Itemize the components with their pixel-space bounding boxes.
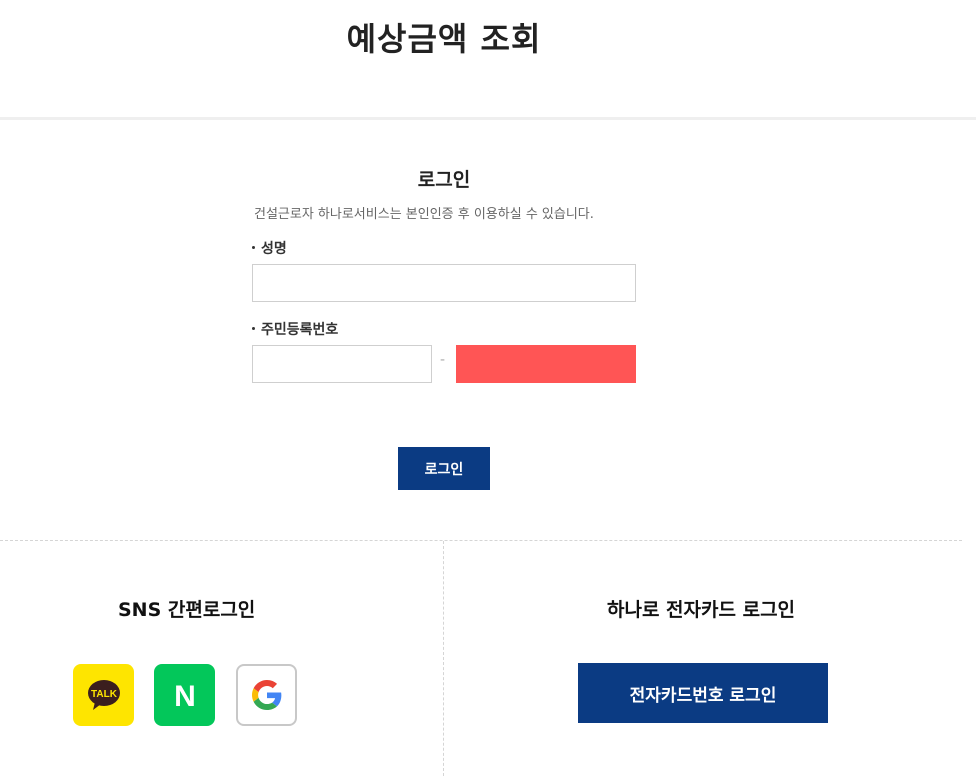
- rrn-front-input[interactable]: [252, 345, 432, 383]
- naver-icon: N: [174, 680, 196, 710]
- kakao-talk-icon: TALK: [87, 680, 120, 710]
- google-icon: [251, 680, 281, 710]
- kakao-login-button[interactable]: TALK: [73, 664, 134, 726]
- login-description: 건설근로자 하나로서비스는 본인인증 후 이용하실 수 있습니다.: [254, 207, 594, 222]
- naver-text: N: [174, 680, 196, 710]
- page-title: 예상금액 조회: [346, 20, 542, 58]
- section-divider-vertical: [443, 541, 444, 776]
- google-login-button[interactable]: [236, 664, 297, 726]
- rrn-label: 주민등록번호: [252, 319, 338, 339]
- bullet-icon: [252, 326, 255, 330]
- naver-login-button[interactable]: N: [154, 664, 215, 726]
- name-label: 성명: [252, 238, 287, 258]
- top-divider: [0, 117, 976, 120]
- section-divider-horizontal: [0, 540, 962, 541]
- rrn-separator: -: [440, 352, 446, 368]
- rrn-back-input[interactable]: [456, 345, 636, 383]
- card-login-title: 하나로 전자카드 로그인: [607, 599, 796, 621]
- sns-login-title: SNS 간편로그인: [118, 599, 256, 621]
- bullet-icon: [252, 245, 255, 249]
- rrn-label-text: 주민등록번호: [261, 322, 339, 338]
- kakao-talk-text: TALK: [91, 689, 118, 700]
- name-label-text: 성명: [261, 241, 287, 257]
- login-button[interactable]: 로그인: [398, 447, 490, 490]
- login-title: 로그인: [417, 169, 471, 191]
- card-number-login-button[interactable]: 전자카드번호 로그인: [578, 663, 828, 723]
- name-input[interactable]: [252, 264, 636, 302]
